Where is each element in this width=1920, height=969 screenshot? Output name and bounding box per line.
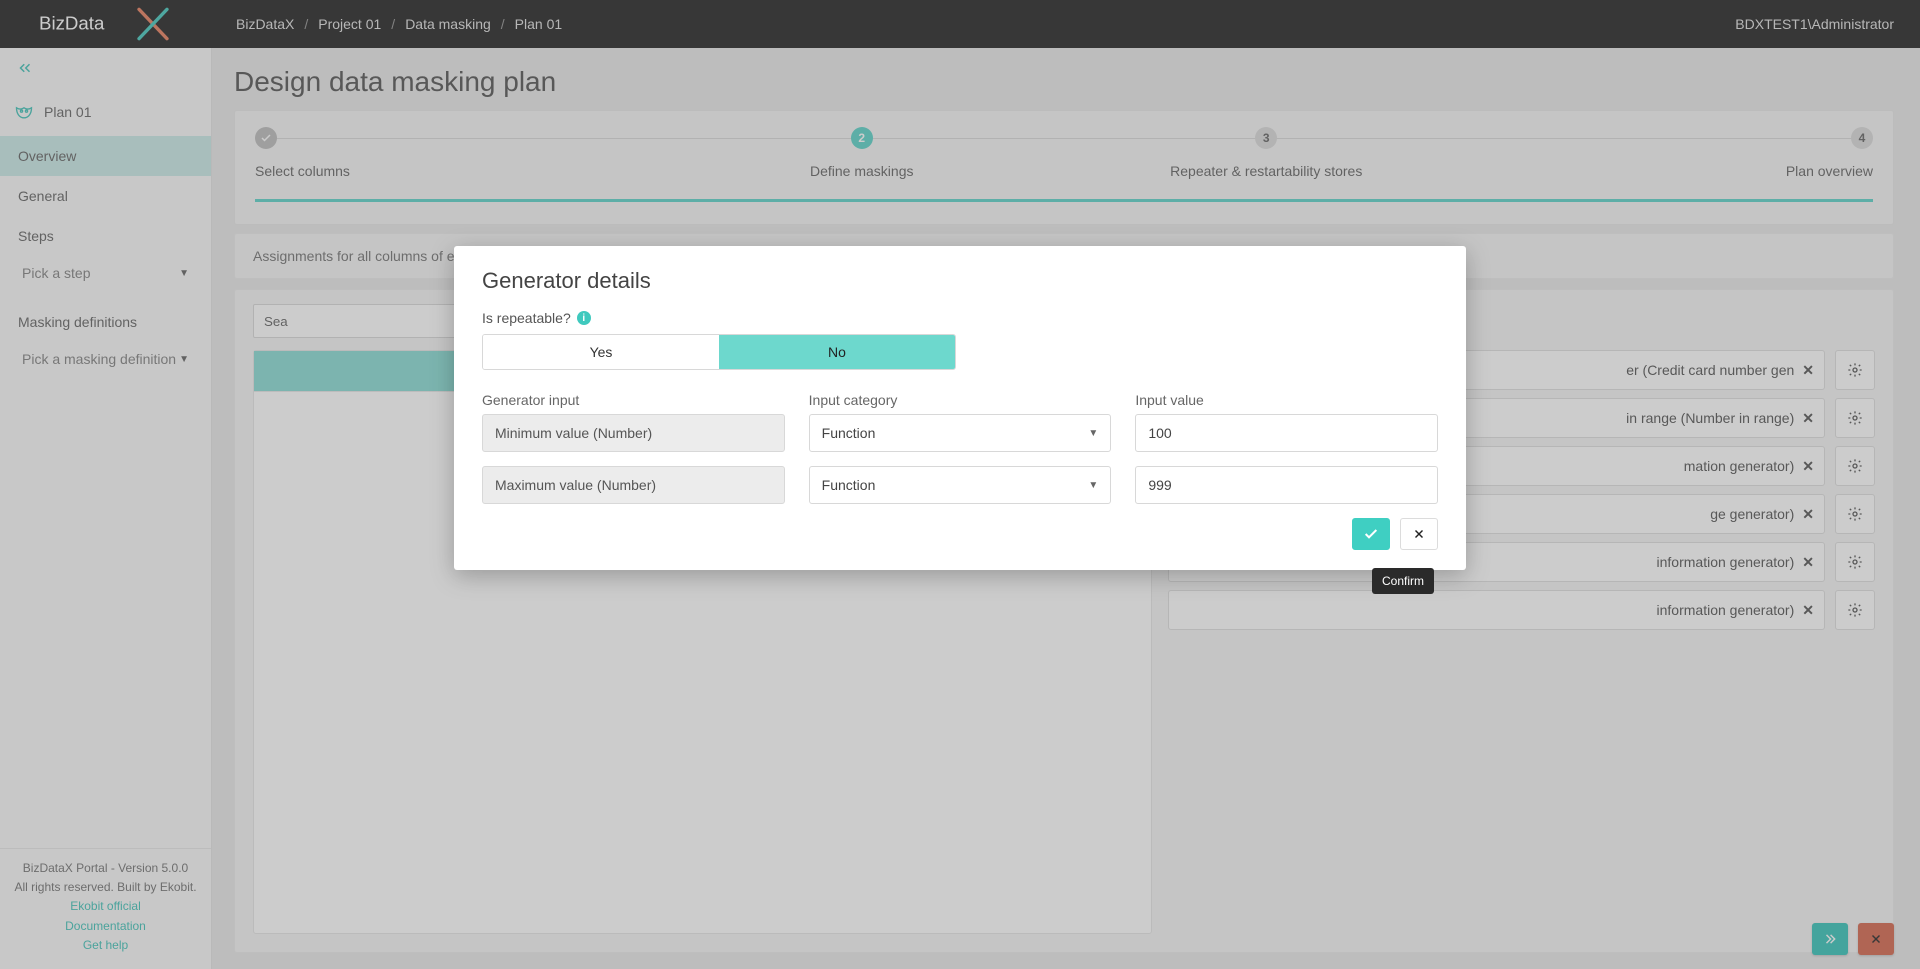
info-icon[interactable]: i — [577, 311, 591, 325]
input-headers: Generator input Input category Input val… — [482, 392, 1438, 408]
input-category-select[interactable]: Function ▼ — [809, 466, 1112, 504]
repeatable-yes[interactable]: Yes — [483, 335, 719, 369]
generator-input-label: Maximum value (Number) — [482, 466, 785, 504]
header-input-value: Input value — [1135, 392, 1438, 408]
repeatable-no[interactable]: No — [719, 335, 955, 369]
input-value-field[interactable] — [1135, 466, 1438, 504]
input-category-value: Function — [822, 477, 876, 493]
generator-input-label: Minimum value (Number) — [482, 414, 785, 452]
repeatable-label-row: Is repeatable? i — [482, 310, 1438, 326]
header-generator-input: Generator input — [482, 392, 785, 408]
check-icon — [1363, 526, 1379, 542]
input-category-value: Function — [822, 425, 876, 441]
close-icon — [1412, 527, 1426, 541]
generator-input-row: Maximum value (Number) Function ▼ — [482, 466, 1438, 504]
modal-title: Generator details — [482, 268, 1438, 294]
header-input-category: Input category — [809, 392, 1112, 408]
generator-details-modal: Generator details Is repeatable? i Yes N… — [454, 246, 1466, 570]
confirm-tooltip: Confirm — [1372, 568, 1434, 594]
repeatable-toggle: Yes No — [482, 334, 956, 370]
chevron-down-icon: ▼ — [1088, 428, 1098, 439]
repeatable-label: Is repeatable? — [482, 310, 571, 326]
generator-input-row: Minimum value (Number) Function ▼ — [482, 414, 1438, 452]
chevron-down-icon: ▼ — [1088, 480, 1098, 491]
cancel-button[interactable] — [1400, 518, 1438, 550]
input-value-field[interactable] — [1135, 414, 1438, 452]
modal-actions — [482, 518, 1438, 550]
confirm-button[interactable] — [1352, 518, 1390, 550]
input-category-select[interactable]: Function ▼ — [809, 414, 1112, 452]
modal-backdrop[interactable]: Generator details Is repeatable? i Yes N… — [0, 0, 1920, 969]
